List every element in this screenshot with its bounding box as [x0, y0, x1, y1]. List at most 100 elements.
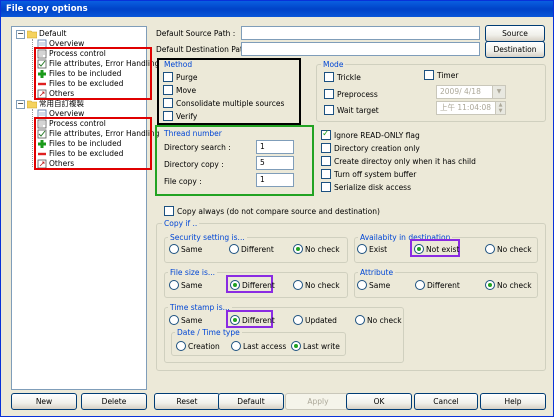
serialize-disk-label: Serialize disk access — [334, 183, 411, 192]
verify-label: Verify — [176, 112, 198, 121]
help-button[interactable]: Help — [480, 393, 546, 410]
window-title: File copy options — [6, 4, 88, 14]
directory-creation-checkbox[interactable] — [321, 143, 331, 153]
turn-off-buffer-label: Turn off system buffer — [334, 170, 417, 179]
timer-checkbox[interactable] — [424, 70, 434, 80]
copy-always-label: Copy always (do not compare source and d… — [177, 207, 380, 216]
security-same-label: Same — [181, 245, 203, 254]
attribute-different-radio[interactable] — [415, 280, 425, 290]
time-stamp-no-check-radio[interactable] — [355, 315, 365, 325]
destination-path-input[interactable] — [241, 42, 480, 56]
attribute-no-check-label: No check — [497, 281, 532, 290]
options-tree[interactable]: − Default Overview Process control File … — [11, 26, 159, 390]
file-size-different-label: Different — [242, 281, 275, 290]
reset-button[interactable]: Reset — [154, 393, 220, 410]
thread-title: Thread number — [162, 129, 224, 138]
preprocess-checkbox[interactable] — [324, 89, 334, 99]
file-size-no-check-label: No check — [305, 281, 340, 290]
file-size-title: File size is... — [168, 268, 218, 277]
time-stamp-different-radio[interactable] — [230, 315, 240, 325]
source-button[interactable]: Source — [485, 25, 545, 42]
default-button[interactable]: Default — [218, 393, 284, 410]
copy-if-title: Copy if .. — [162, 219, 200, 228]
delete-button[interactable]: Delete — [81, 393, 147, 410]
security-same-radio[interactable] — [169, 244, 179, 254]
new-button[interactable]: New — [11, 393, 77, 410]
file-size-different-radio[interactable] — [230, 280, 240, 290]
cancel-button[interactable]: Cancel — [414, 393, 478, 410]
availability-exist-radio[interactable] — [357, 244, 367, 254]
security-different-label: Different — [241, 245, 274, 254]
directory-copy-input[interactable]: 5 — [256, 156, 294, 170]
time-stamp-same-label: Same — [181, 316, 203, 325]
create-directory-label: Create directoy only when it has child — [334, 157, 476, 166]
wait-target-label: Wait target — [337, 106, 379, 115]
directory-creation-label: Directory creation only — [334, 144, 420, 153]
source-path-label: Default Source Path : — [156, 29, 236, 38]
availability-not-exist-label: Not exist — [426, 245, 460, 254]
last-access-label: Last access — [243, 342, 287, 351]
availability-no-check-radio[interactable] — [485, 244, 495, 254]
last-access-radio[interactable] — [231, 341, 241, 351]
time-stamp-different-label: Different — [242, 316, 275, 325]
tree-connector — [32, 39, 33, 97]
purge-label: Purge — [176, 73, 198, 82]
apply-button[interactable]: Apply — [285, 393, 351, 410]
file-copy-options-window: File copy options − Default Overview Pro… — [0, 0, 554, 417]
source-path-input[interactable] — [241, 26, 480, 40]
serialize-disk-checkbox[interactable] — [321, 182, 331, 192]
file-copy-label: File copy : — [164, 177, 202, 186]
file-size-same-label: Same — [181, 281, 203, 290]
security-no-check-radio[interactable] — [293, 244, 303, 254]
security-different-radio[interactable] — [229, 244, 239, 254]
timer-label: Timer — [437, 71, 459, 80]
file-copy-input[interactable]: 1 — [256, 173, 294, 187]
move-checkbox[interactable] — [163, 85, 173, 95]
method-title: Method — [162, 60, 195, 69]
trickle-label: Trickle — [337, 73, 361, 82]
time-stamp-no-check-label: No check — [367, 316, 402, 325]
folder-icon — [27, 30, 37, 39]
ignore-readonly-checkbox[interactable] — [321, 129, 331, 140]
attribute-same-label: Same — [369, 281, 391, 290]
creation-radio[interactable] — [176, 341, 186, 351]
availability-no-check-label: No check — [497, 245, 532, 254]
consolidate-checkbox[interactable] — [163, 98, 173, 108]
mode-title: Mode — [321, 60, 346, 69]
copy-always-checkbox[interactable] — [164, 206, 174, 216]
title-bar: File copy options — [1, 1, 553, 17]
spinner-arrows-icon: ▲ ▼ — [495, 102, 505, 114]
availability-not-exist-radio[interactable] — [414, 244, 424, 254]
purge-checkbox[interactable] — [163, 72, 173, 82]
time-stamp-same-radio[interactable] — [169, 315, 179, 325]
create-directory-checkbox[interactable] — [321, 156, 331, 166]
date-time-type-title: Date / Time type — [175, 328, 242, 337]
folder-icon — [27, 100, 37, 109]
file-size-no-check-radio[interactable] — [293, 280, 303, 290]
directory-copy-label: Directory copy : — [164, 160, 224, 169]
directory-search-input[interactable]: 1 — [256, 140, 294, 154]
file-size-same-radio[interactable] — [169, 280, 179, 290]
trickle-checkbox[interactable] — [324, 72, 334, 82]
attribute-no-check-radio[interactable] — [485, 280, 495, 290]
turn-off-buffer-checkbox[interactable] — [321, 169, 331, 179]
ok-button[interactable]: OK — [346, 393, 412, 410]
time-stamp-title: Time stamp is... — [168, 303, 232, 312]
availability-exist-label: Exist — [369, 245, 388, 254]
wait-target-checkbox[interactable] — [324, 105, 334, 115]
collapse-toggle[interactable]: − — [16, 100, 25, 109]
time-spinner[interactable]: 上午 11:04:08 ▲ ▼ — [436, 101, 506, 115]
security-title: Security setting is... — [168, 233, 247, 242]
highlight-box — [34, 47, 152, 100]
destination-button[interactable]: Destination — [485, 41, 545, 58]
verify-checkbox[interactable] — [163, 111, 173, 121]
time-stamp-updated-radio[interactable] — [293, 315, 303, 325]
attribute-same-radio[interactable] — [357, 280, 367, 290]
tree-group-label: 常用自訂複製 — [39, 99, 84, 108]
date-picker[interactable]: 2009/ 4/18 ▼ — [436, 85, 506, 99]
collapse-toggle[interactable]: − — [16, 30, 25, 39]
destination-path-label: Default Destination Path : — [156, 45, 253, 54]
chevron-down-icon: ▼ — [492, 86, 505, 98]
highlight-box — [34, 117, 152, 170]
last-write-radio[interactable] — [291, 341, 301, 351]
